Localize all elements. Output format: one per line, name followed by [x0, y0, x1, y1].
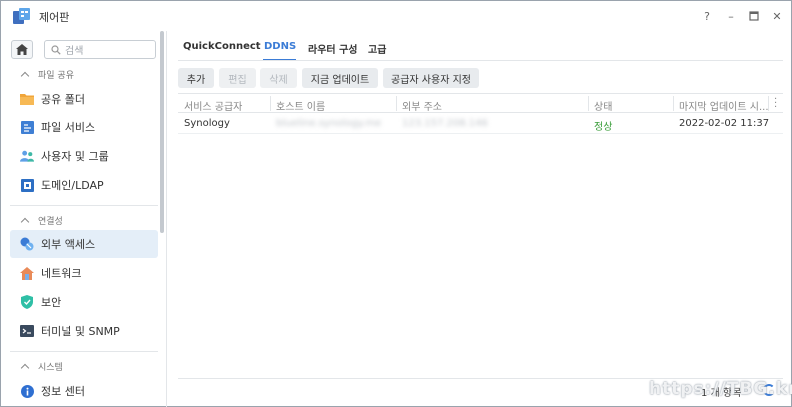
- column-separator[interactable]: [588, 96, 589, 111]
- cell-status: 정상: [594, 122, 613, 133]
- sidebar-item-shared-folder[interactable]: 공유 폴더: [10, 85, 158, 113]
- section-label: 연결성: [38, 217, 63, 227]
- column-separator[interactable]: [396, 96, 397, 111]
- search-placeholder: 검색: [65, 46, 84, 57]
- table-row[interactable]: Synology blueline.synology.me 123.157.20…: [178, 114, 783, 134]
- shared-folder-icon: [20, 92, 34, 106]
- section-label: 파일 공유: [38, 71, 74, 81]
- sidebar-item-network[interactable]: 네트워크: [10, 259, 158, 287]
- column-header-hostname[interactable]: 호스트 이름: [276, 98, 325, 113]
- chevron-up-icon: [20, 217, 30, 227]
- maximize-icon[interactable]: [746, 8, 762, 24]
- tab-ddns[interactable]: DDNS: [264, 41, 296, 52]
- sidebar-item-external-access[interactable]: 외부 액세스: [10, 230, 158, 258]
- cell-provider: Synology: [184, 118, 230, 129]
- column-header-last-update[interactable]: 마지막 업데이트 시...: [679, 98, 769, 113]
- title-bar: 제어판 ? – ✕: [1, 1, 791, 31]
- domain-ldap-icon: [20, 178, 34, 192]
- minimize-icon[interactable]: –: [723, 8, 739, 24]
- help-icon[interactable]: ?: [699, 8, 715, 24]
- section-system[interactable]: 시스템: [20, 360, 63, 373]
- tab-advanced[interactable]: 고급: [368, 41, 386, 56]
- info-center-icon: [20, 384, 34, 398]
- column-separator[interactable]: [768, 96, 769, 111]
- delete-button[interactable]: 삭제: [260, 68, 297, 88]
- sidebar-item-security[interactable]: 보안: [10, 288, 158, 316]
- network-icon: [20, 266, 34, 280]
- home-icon: [16, 44, 28, 55]
- tabs-divider: [178, 60, 783, 61]
- close-icon[interactable]: ✕: [769, 8, 785, 24]
- column-menu-icon[interactable]: · · ·: [774, 95, 777, 113]
- cell-last-update: 2022-02-02 11:37: [679, 118, 770, 129]
- section-file-sharing[interactable]: 파일 공유: [20, 68, 74, 81]
- column-header-external-address[interactable]: 외부 주소: [402, 98, 442, 113]
- add-button[interactable]: 추가: [178, 68, 214, 88]
- chevron-up-icon: [20, 71, 30, 81]
- search-input[interactable]: 검색: [44, 40, 156, 59]
- home-button[interactable]: [11, 40, 33, 59]
- sidebar: 검색 파일 공유 공유 폴더 파일 서비스 사용자 및 그룹 도메인/LDAP …: [2, 32, 166, 407]
- custom-provider-button[interactable]: 공급자 사용자 지정: [383, 68, 479, 88]
- sidebar-item-info-center[interactable]: 정보 센터: [10, 377, 158, 405]
- chevron-up-icon: [20, 363, 30, 373]
- sidebar-scrollbar[interactable]: [160, 31, 164, 233]
- cell-hostname: blueline.synology.me: [276, 118, 382, 129]
- sidebar-item-terminal-snmp[interactable]: 터미널 및 SNMP: [10, 317, 158, 345]
- external-access-icon: [20, 237, 34, 251]
- tab-bar: QuickConnect DDNS 라우터 구성 고급: [167, 31, 791, 61]
- column-separator[interactable]: [270, 96, 271, 111]
- file-services-icon: [20, 120, 34, 134]
- section-label: 시스템: [38, 363, 63, 373]
- sidebar-item-user-group[interactable]: 사용자 및 그룹: [10, 142, 158, 170]
- terminal-icon: [20, 324, 34, 338]
- security-shield-icon: [20, 295, 34, 309]
- user-group-icon: [20, 149, 34, 163]
- column-header-status[interactable]: 상태: [594, 98, 612, 113]
- sidebar-item-domain-ldap[interactable]: 도메인/LDAP: [10, 171, 158, 199]
- edit-button[interactable]: 편집: [219, 68, 256, 88]
- watermark: https://TBG.kr: [649, 379, 792, 399]
- cell-external-address: 123.157.208.146: [402, 118, 488, 129]
- search-icon: [51, 44, 61, 55]
- column-separator[interactable]: [673, 96, 674, 111]
- sidebar-item-file-services[interactable]: 파일 서비스: [10, 113, 158, 141]
- table-header: 서비스 공급자 호스트 이름 외부 주소 상태 마지막 업데이트 시... · ·…: [178, 93, 783, 113]
- window-title: 제어판: [39, 11, 70, 24]
- update-now-button[interactable]: 지금 업데이트: [302, 68, 378, 88]
- control-panel-window: 제어판 ? – ✕ 검색 파일 공유 공유 폴더 파일 서비스 사용자 및 그룹…: [0, 0, 792, 407]
- section-divider: [10, 205, 158, 206]
- tab-quickconnect[interactable]: QuickConnect: [183, 41, 261, 52]
- tab-router-config[interactable]: 라우터 구성: [308, 41, 357, 56]
- section-divider: [10, 351, 158, 352]
- control-panel-app-icon: [13, 8, 30, 24]
- column-header-provider[interactable]: 서비스 공급자: [184, 98, 242, 113]
- section-connectivity[interactable]: 연결성: [20, 214, 63, 227]
- sidebar-separator: [166, 31, 167, 407]
